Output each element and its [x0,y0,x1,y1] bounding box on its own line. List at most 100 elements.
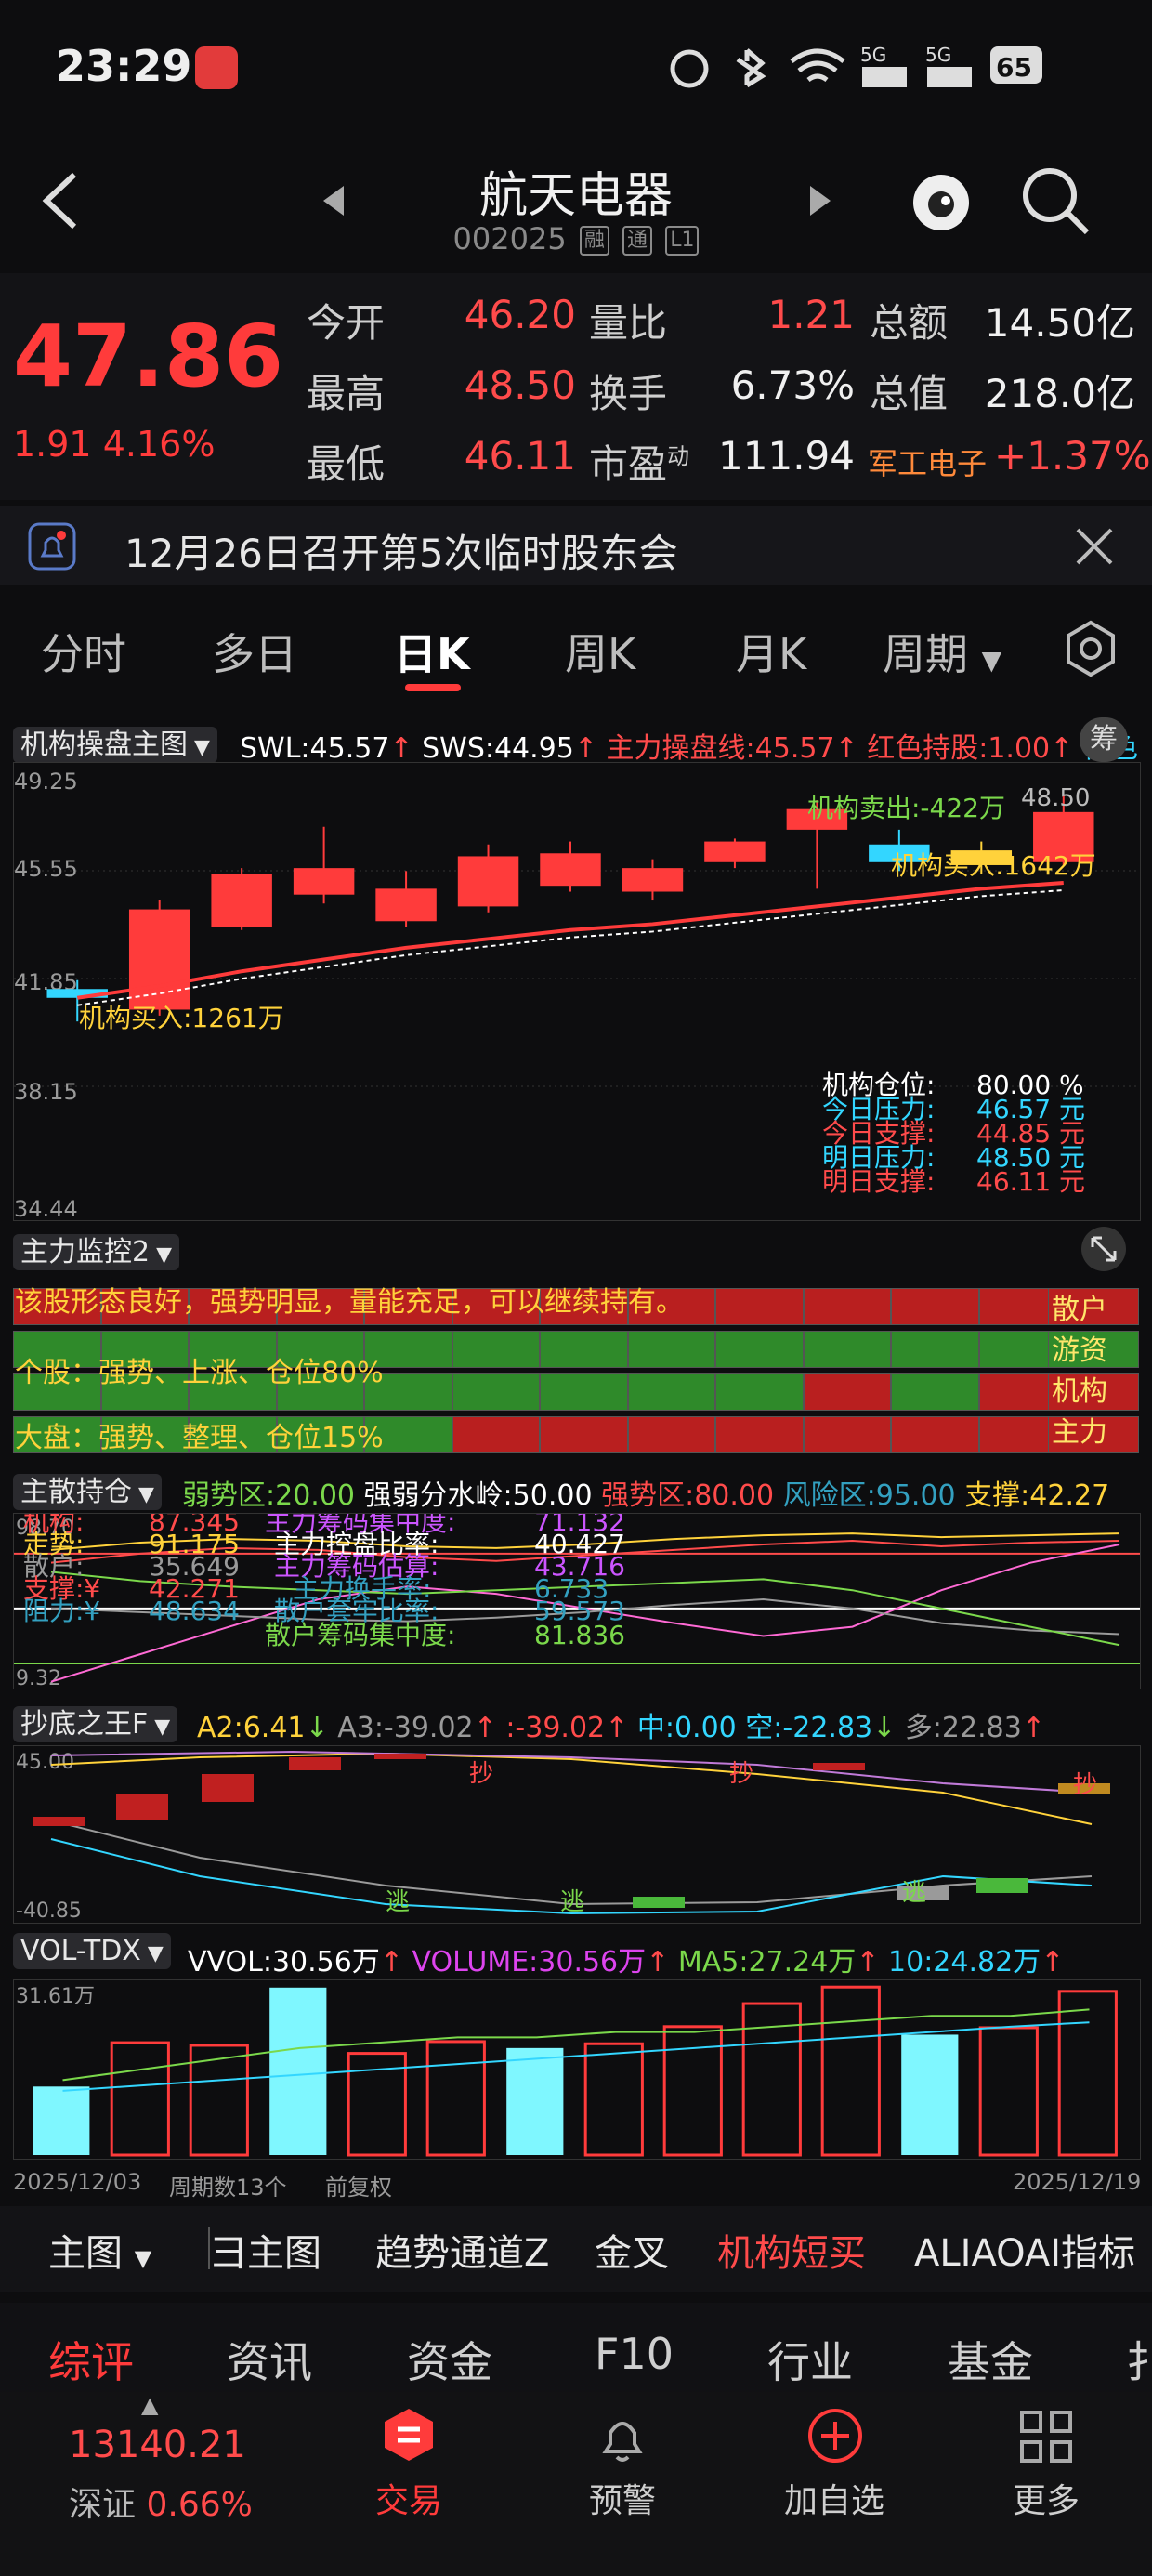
value-high: 48.50 [464,362,576,408]
notice-text[interactable]: 12月26日召开第5次临时股东会 [124,522,678,579]
legend-main-line: 主力操盘线:45.57↑ [606,732,858,765]
holdings-label: 阻力:¥ [23,1596,100,1626]
monitor-cell [891,1331,979,1368]
bottom-y-bottom: -40.85 [16,1899,82,1923]
change-value: 1.91 [13,424,92,465]
status-icons: 5G 5G 65 [670,44,1042,88]
volume-bar [820,1985,881,2157]
subtab-funds[interactable]: 资金 [407,2329,492,2390]
nav-trade-label[interactable]: 交易 [334,2474,483,2522]
tab-intraday[interactable]: 分时 [41,621,126,682]
index-value[interactable]: 13140.21 [69,2424,246,2466]
holdings-value: 81.836 [534,1620,625,1650]
tab-period[interactable]: 周期 ▼ [883,621,1001,682]
stock-code-line: 002025 融 通 L1 [0,221,1152,256]
index-info[interactable]: 深证 0.66% [69,2477,253,2526]
label-pe: 市盈动 [589,441,690,487]
main-indicator-selector[interactable]: 机构操盘主图 ▼ [13,721,217,763]
monitor-cell [540,1331,628,1368]
candle-body [375,888,437,922]
tab-daily-k[interactable]: 日K [394,621,470,682]
volume-bar [33,2086,90,2155]
subtab-more[interactable]: 扌 [1126,2329,1152,2390]
holdings-indicator-selector[interactable]: 主散持仓 ▼ [13,1468,162,1510]
chevron-up-icon[interactable]: ▲ [141,2392,158,2418]
strip-item-2[interactable]: 趋势通道Z [375,2223,549,2277]
value-volume-ratio: 1.21 [767,292,855,337]
candle-body [622,868,684,892]
nav-more-label[interactable]: 更多 [972,2474,1120,2522]
monitor-indicator-selector[interactable]: 主力监控2 ▼ [13,1229,180,1270]
expand-icon[interactable] [1080,1225,1128,1273]
candle-body [540,853,601,887]
subtab-fund[interactable]: 基金 [948,2329,1033,2390]
assistant-icon[interactable] [909,164,974,238]
strip-item-1[interactable]: 彐主图 [210,2223,321,2277]
monitor-cell [803,1373,891,1411]
signal-icon-2 [927,67,972,87]
settings-icon[interactable] [1061,619,1120,678]
holdings-legend: 弱势区:20.00 强弱分水岭:50.00 强势区:80.00 风险区:95.0… [182,1479,1110,1512]
label-hot-money: 游资 [1052,1334,1107,1367]
holdings-label: 散户筹码集中度: [265,1620,455,1650]
add-watchlist-icon[interactable] [806,2407,864,2464]
trade-icon[interactable] [381,2407,437,2463]
info-label: 明日支撑: [822,1166,935,1197]
strip-item-5[interactable]: ALIAOAI指标 [914,2223,1135,2277]
y-tick-1: 49.25 [14,769,78,795]
holdings-chart[interactable]: 98.70 9.32 机构: 87.345走势: 91.175散户: 35.649支撑… [13,1513,1141,1689]
volume-indicator-selector[interactable]: VOL-TDX ▼ [13,1933,171,1969]
monitor-cell [891,1416,979,1453]
change-percent: 4.16% [102,424,216,465]
price-change: 1.91 4.16% [13,424,215,465]
strip-item-3[interactable]: 金叉 [595,2223,669,2277]
volume-bar [506,2047,564,2155]
search-icon[interactable] [1018,164,1093,238]
chip-distribution-button[interactable]: 筹 [1080,717,1128,762]
network-label-1: 5G [860,44,886,66]
monitor-cell [891,1288,979,1325]
volume-bar [978,2026,1039,2157]
strip-item-4[interactable]: 机构短买 [717,2223,866,2277]
label-retail: 散户 [1052,1294,1107,1326]
volume-bar [583,2042,644,2157]
nav-add-watchlist-label[interactable]: 加自选 [760,2474,909,2522]
tab-multiday[interactable]: 多日 [212,621,297,682]
label-open: 今开 [307,300,386,346]
volume-chart[interactable]: 31.61万 [13,1979,1141,2160]
monitor-cell [627,1416,715,1453]
legend-red-hold: 红色持股:1.00↑ [867,732,1074,765]
subtab-industry[interactable]: 行业 [767,2329,853,2390]
subtab-f10[interactable]: F10 [595,2329,674,2379]
more-grid-icon[interactable] [1018,2409,1074,2464]
label-institution: 机构 [1052,1375,1107,1408]
nav-alert-label[interactable]: 预警 [548,2474,697,2522]
y-tick-2: 45.55 [14,856,78,882]
subtab-news[interactable]: 资讯 [227,2329,312,2390]
price-tag: 48.50 [1021,784,1090,812]
tab-weekly-k[interactable]: 周K [565,621,635,682]
annotation-sell: 机构卖出:-422万 [807,793,1005,823]
monitor-cell [715,1288,804,1325]
candlestick-chart[interactable]: 49.25 45.55 41.85 38.15 34.44 机构卖出:-422万… [13,762,1141,1221]
info-value: 46.11 元 [976,1166,1085,1197]
strip-main-selector[interactable]: 主图 ▼ [48,2223,151,2277]
bottom-indicator-chart[interactable]: 45.00 -40.85 抄 抄 抄 逃 逃 逃 [13,1745,1141,1924]
stock-name: 航天电器 [478,168,673,224]
bottom-indicator-selector[interactable]: 抄底之王F ▼ [13,1701,178,1742]
value-pe: 111.94 [718,433,855,479]
tab-monthly-k[interactable]: 月K [736,621,806,682]
sector-change[interactable]: +1.37% [994,433,1151,479]
volume-y-top: 31.61万 [16,1985,95,2008]
volume-bar [1057,1990,1118,2157]
status-time: 23:29 [56,41,192,91]
subtab-overview[interactable]: 综评 [48,2329,134,2390]
alert-bell-icon[interactable] [595,2409,650,2464]
badge-level: L1 [665,226,700,256]
sector-name[interactable]: 军工电子 [868,440,987,483]
close-icon[interactable] [1072,524,1117,569]
axis-period-count: 周期数13个 [169,2175,287,2201]
tag-buy-3: 抄 [1073,1771,1097,1799]
axis-adjustment[interactable]: 前复权 [325,2169,392,2201]
tab-active-indicator [405,684,461,691]
